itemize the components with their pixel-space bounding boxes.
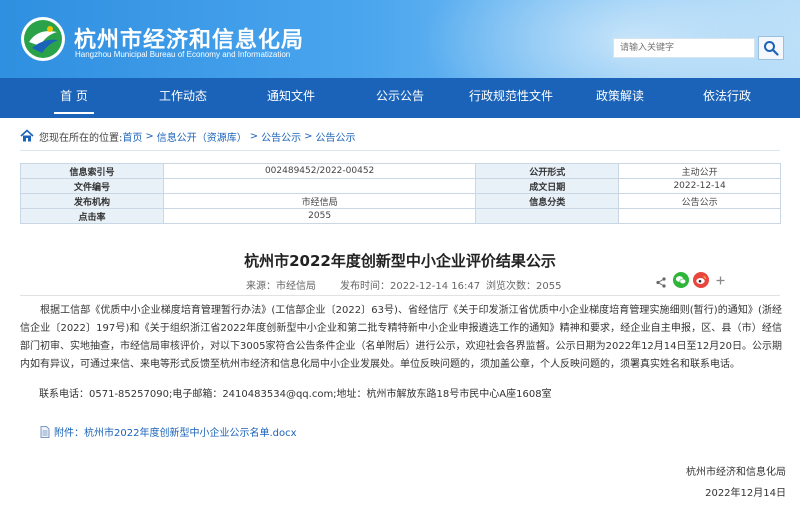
weibo-icon[interactable] (693, 272, 709, 288)
main-nav: 首 页 工作动态 通知文件 公示公告 行政规范性文件 政策解读 依法行政 (0, 78, 800, 118)
search-button[interactable] (758, 36, 784, 60)
search-icon (764, 41, 779, 56)
plus-icon[interactable] (716, 276, 725, 285)
breadcrumb-separator: > (249, 130, 259, 142)
wechat-icon[interactable] (673, 272, 689, 288)
article-source: 来源：市经信局 (246, 281, 316, 292)
breadcrumb-separator: > (145, 130, 154, 142)
nav-item-home[interactable]: 首 页 (44, 78, 104, 118)
attachment-link[interactable]: 附件：杭州市2022年度创新型中小企业公示名单.docx (54, 424, 297, 439)
article-publish-time: 发布时间：2022-12-14 16:47 (340, 281, 481, 292)
signoff-date: 2022年12月14日 (705, 488, 786, 499)
table-value-cell: 公告公示 (618, 193, 781, 209)
table-value-cell: 主动公开 (618, 163, 781, 179)
table-key-cell (475, 208, 620, 224)
table-value-cell (162, 178, 477, 194)
breadcrumb: 您现在所在的位置: 首页 > 信息公开（资源库） > 公告公示 > 公告公示 (20, 128, 356, 144)
table-value-cell: 2022-12-14 (618, 178, 781, 194)
breadcrumb-link-info-public[interactable]: 信息公开（资源库） (157, 129, 247, 144)
divider (20, 150, 780, 151)
article-paragraph: 根据工信部《优质中小企业梯度培育管理暂行办法》(工信部企业〔2022〕63号)、… (20, 305, 782, 370)
article-title: 杭州市2022年度创新型中小企业评价结果公示 (244, 252, 556, 270)
bureau-logo-icon[interactable] (20, 16, 66, 62)
breadcrumb-separator: > (304, 130, 313, 142)
article-contact: 联系电话：0571-85257090;电子邮箱：2410483534@qq.co… (39, 389, 552, 400)
signoff-organization: 杭州市经济和信息化局 (686, 467, 786, 478)
nav-item-work-news[interactable]: 工作动态 (150, 78, 216, 118)
table-key-cell: 信息索引号 (20, 163, 164, 179)
table-row: 发布机构 市经信局 信息分类 公告公示 (20, 193, 781, 209)
site-header: 杭州市经济和信息化局 Hangzhou Municipal Bureau of … (0, 0, 800, 78)
table-value-cell (618, 208, 781, 224)
article-body: 根据工信部《优质中小企业梯度培育管理暂行办法》(工信部企业〔2022〕63号)、… (20, 302, 782, 374)
table-value-cell: 002489452/2022-00452 (162, 163, 477, 179)
nav-item-notices[interactable]: 通知文件 (258, 78, 324, 118)
breadcrumb-link-announcements-current[interactable]: 公告公示 (316, 129, 356, 144)
article-view-count: 浏览次数：2055 (486, 281, 562, 292)
table-key-cell: 公开形式 (475, 163, 620, 179)
site-subtitle: Hangzhou Municipal Bureau of Economy and… (75, 50, 291, 59)
attachment: 附件：杭州市2022年度创新型中小企业公示名单.docx (40, 424, 297, 439)
document-info-table: 信息索引号 002489452/2022-00452 公开形式 主动公开 文件编… (20, 163, 781, 224)
nav-item-law-administration[interactable]: 依法行政 (694, 78, 760, 118)
table-key-cell: 文件编号 (20, 178, 164, 194)
divider (20, 295, 780, 296)
nav-item-announcements[interactable]: 公示公告 (367, 78, 433, 118)
table-key-cell: 点击率 (20, 208, 164, 224)
table-key-cell: 发布机构 (20, 193, 164, 209)
home-icon (20, 129, 34, 142)
table-row: 文件编号 成文日期 2022-12-14 (20, 178, 781, 194)
document-icon (40, 425, 50, 438)
table-row: 点击率 2055 (20, 208, 781, 224)
table-value-cell: 市经信局 (162, 193, 477, 209)
search-input[interactable] (613, 38, 755, 58)
table-value-cell: 2055 (162, 208, 477, 224)
nav-item-policy-interpretation[interactable]: 政策解读 (587, 78, 653, 118)
table-key-cell: 成文日期 (475, 178, 620, 194)
breadcrumb-prefix: 您现在所在的位置: (39, 132, 123, 144)
share-icon[interactable] (656, 277, 666, 288)
table-key-cell: 信息分类 (475, 193, 620, 209)
nav-item-regulatory-docs[interactable]: 行政规范性文件 (466, 78, 556, 118)
table-row: 信息索引号 002489452/2022-00452 公开形式 主动公开 (20, 163, 781, 179)
breadcrumb-link-home[interactable]: 首页 (122, 129, 142, 144)
breadcrumb-link-announcements[interactable]: 公告公示 (261, 129, 301, 144)
